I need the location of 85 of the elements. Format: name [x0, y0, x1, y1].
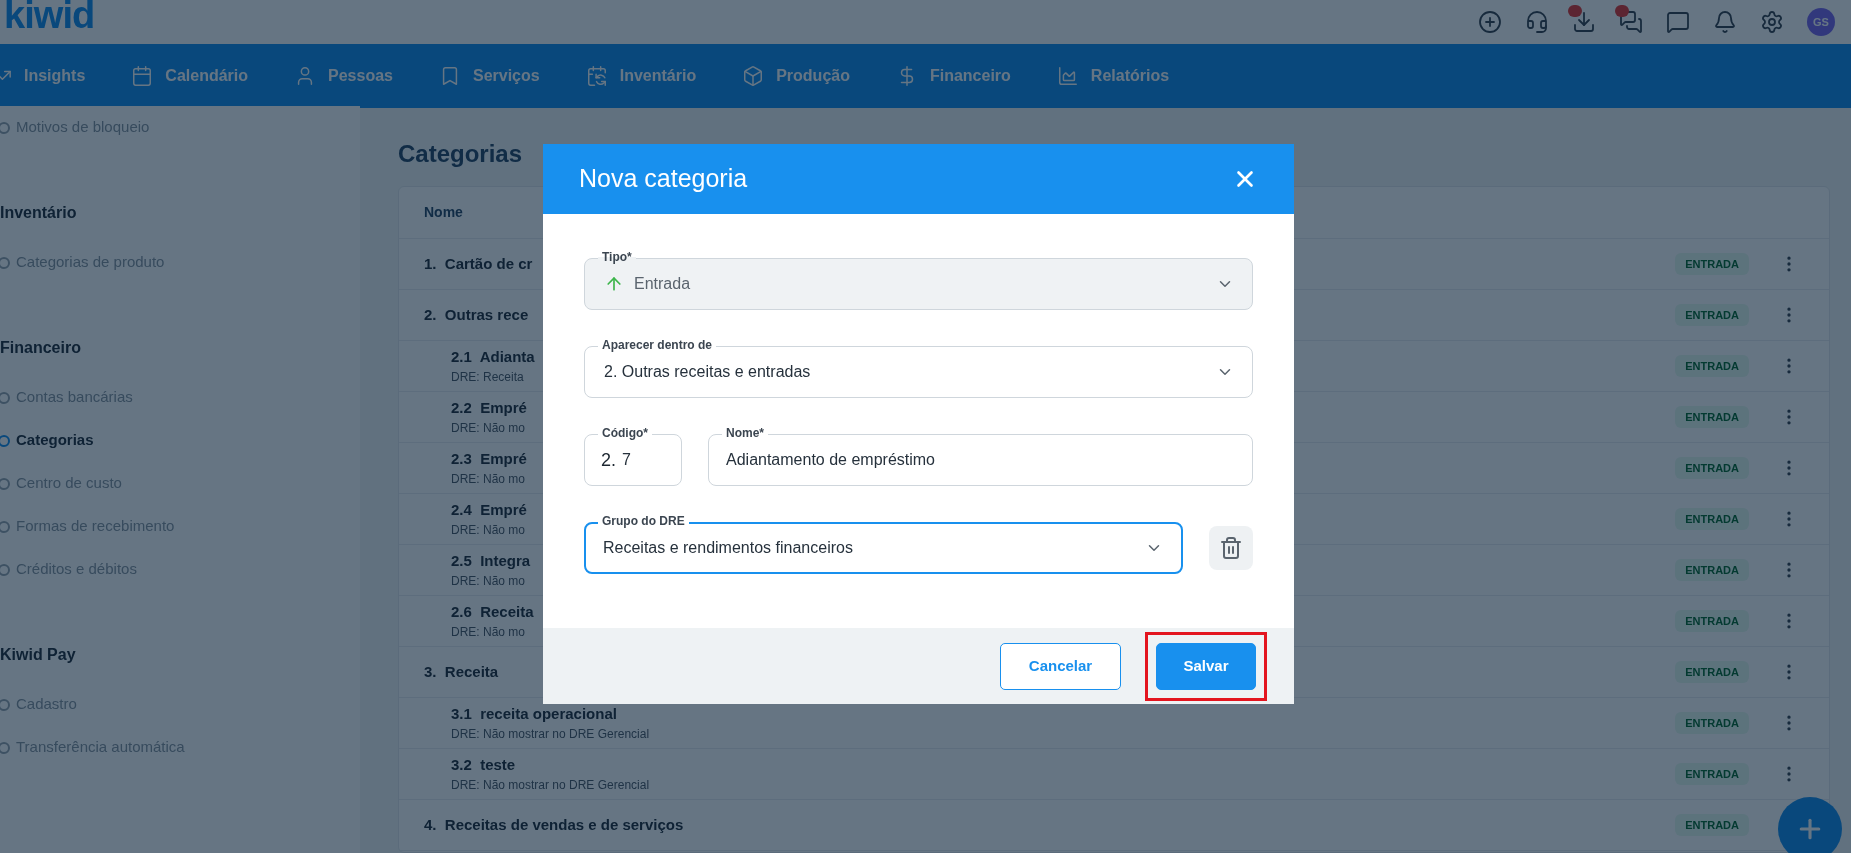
fab-button[interactable] — [1778, 797, 1842, 853]
field-value: Entrada — [634, 274, 691, 294]
sidebar-item[interactable]: Categorias — [16, 429, 94, 452]
sidebar-heading: Inventário — [0, 203, 78, 223]
category-name: 3. Receita — [424, 661, 499, 682]
trash-icon — [1219, 536, 1243, 560]
dre-label: DRE: Não mo — [451, 573, 527, 591]
nav-item[interactable]: Calendário — [165, 64, 249, 88]
bell-icon[interactable] — [1713, 10, 1737, 34]
radio-icon — [0, 741, 10, 754]
code-prefix: 2. — [601, 448, 616, 472]
type-badge: ENTRADA — [1675, 508, 1749, 530]
radio-icon — [0, 563, 10, 576]
field-value: Adiantamento de empréstimo — [726, 450, 935, 470]
dre-label: DRE: Receita — [451, 369, 525, 387]
category-name: 2.3 Empré — [451, 448, 527, 469]
radio-icon — [0, 121, 10, 134]
field-label: Aparecer dentro de — [598, 337, 717, 353]
nav-item[interactable]: Pessoas — [328, 64, 393, 88]
category-name: 2.6 Receita — [451, 601, 534, 622]
nav-item[interactable]: Serviços — [472, 64, 540, 88]
area-chart-icon[interactable] — [1056, 65, 1079, 87]
type-badge: ENTRADA — [1675, 253, 1749, 275]
type-badge: ENTRADA — [1675, 814, 1749, 836]
dre-label: DRE: Não mostrar no DRE Gerencial — [451, 777, 650, 795]
page-title: Categorias — [398, 139, 524, 169]
type-badge: ENTRADA — [1675, 610, 1749, 632]
dre-label: DRE: Não mo — [451, 522, 527, 540]
type-badge: ENTRADA — [1675, 406, 1749, 428]
nav-item[interactable]: Financeiro — [929, 64, 1011, 88]
radio-icon — [0, 391, 10, 404]
headset-icon[interactable] — [1525, 10, 1549, 34]
chat-bubbles-icon[interactable] — [1619, 10, 1643, 34]
save-button[interactable]: Salvar — [1156, 642, 1256, 690]
delete-button[interactable] — [1209, 526, 1253, 570]
category-name: 2.4 Empré — [451, 499, 527, 520]
radio-icon — [0, 698, 10, 711]
nav-item[interactable]: Inventário — [619, 64, 697, 88]
type-badge: ENTRADA — [1675, 559, 1749, 581]
field-value: Receitas e rendimentos financeiros — [603, 538, 853, 558]
nav-item[interactable]: Relatórios — [1090, 64, 1170, 88]
field-value: 7 — [622, 450, 631, 470]
category-name: 2.2 Empré — [451, 397, 527, 418]
settings-icon[interactable] — [1760, 10, 1784, 34]
logo[interactable]: kiwid — [0, 0, 95, 34]
column-header: Nome — [424, 203, 463, 222]
radio-icon — [0, 477, 10, 490]
chat-icon[interactable] — [1666, 10, 1690, 34]
add-icon[interactable] — [1478, 10, 1502, 34]
category-name: 4. Receitas de vendas e de serviços — [424, 814, 684, 835]
category-name: 2.5 Integra — [451, 550, 531, 571]
field-label: Tipo* — [598, 249, 636, 265]
category-name: 2. Outras rece — [424, 304, 529, 325]
type-badge: ENTRADA — [1675, 661, 1749, 683]
notification-badge — [1568, 5, 1582, 17]
download-icon[interactable] — [1572, 10, 1596, 34]
calendar-icon[interactable] — [131, 65, 154, 87]
category-name: 3.2 teste — [451, 754, 517, 775]
calendar-sync-icon[interactable] — [585, 65, 608, 87]
nav-item[interactable]: Insights — [24, 64, 86, 88]
category-name: 1. Cartão de cr — [424, 253, 533, 274]
radio-icon — [0, 520, 10, 533]
dre-label: DRE: Não mo — [451, 471, 527, 489]
category-name: 2.1 Adianta — [451, 346, 535, 367]
dre-label: DRE: Não mostrar no DRE Gerencial — [451, 726, 650, 744]
type-badge: ENTRADA — [1675, 763, 1749, 785]
type-badge: ENTRADA — [1675, 304, 1749, 326]
radio-icon — [0, 434, 10, 447]
field-value: 2. Outras receitas e entradas — [604, 362, 811, 382]
nav-item[interactable]: Produção — [776, 64, 850, 88]
cancel-button[interactable]: Cancelar — [1000, 642, 1121, 690]
dre-label: DRE: Não mo — [451, 624, 527, 642]
radio-icon — [0, 256, 10, 269]
category-name: 3.1 receita operacional — [451, 703, 618, 724]
notification-badge — [1615, 5, 1629, 17]
type-badge: ENTRADA — [1675, 355, 1749, 377]
sidebar-heading: Kiwid Pay — [0, 645, 77, 665]
dialog-title: Nova categoria — [579, 163, 748, 195]
box-icon[interactable] — [742, 65, 765, 87]
sidebar-heading: Financeiro — [0, 338, 82, 358]
field-label: Código* — [598, 425, 652, 441]
dre-label: DRE: Não mo — [451, 420, 527, 438]
field-label: Grupo do DRE — [598, 513, 689, 529]
type-badge: ENTRADA — [1675, 712, 1749, 734]
type-badge: ENTRADA — [1675, 457, 1749, 479]
